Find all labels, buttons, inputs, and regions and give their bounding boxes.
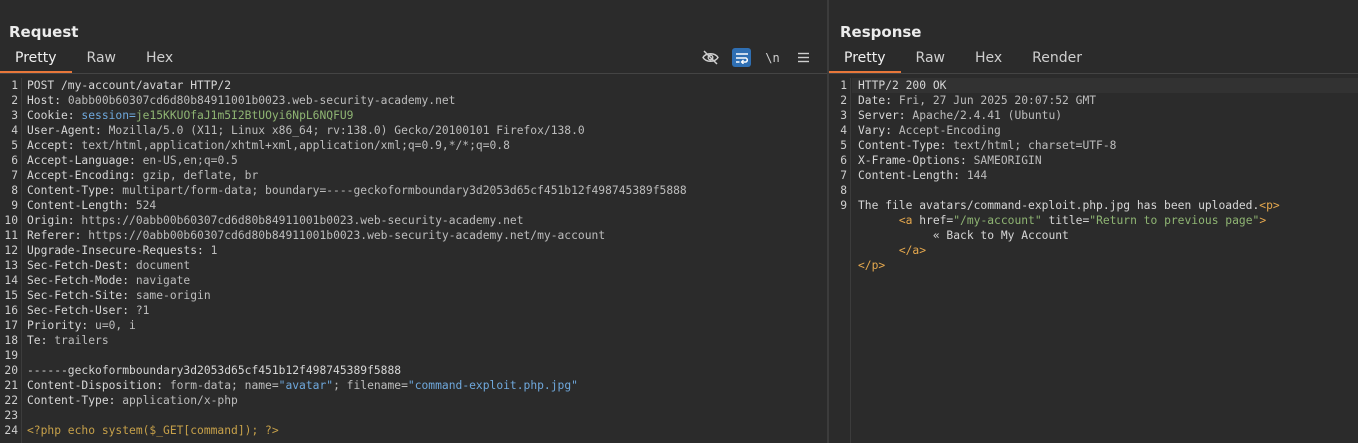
request-panel: Request Pretty Raw Hex \n 1 POST /my-acc…: [0, 0, 827, 443]
response-tab-underline: [829, 73, 1358, 74]
wrap-icon: [735, 52, 748, 64]
request-menu-button[interactable]: [794, 48, 813, 67]
response-tab-raw[interactable]: Raw: [901, 46, 960, 73]
request-tab-pretty[interactable]: Pretty: [0, 46, 72, 73]
request-tab-hex[interactable]: Hex: [131, 46, 188, 73]
response-tab-hex[interactable]: Hex: [960, 46, 1017, 73]
response-tab-render[interactable]: Render: [1017, 46, 1097, 73]
response-tab-pretty[interactable]: Pretty: [829, 46, 901, 73]
hamburger-menu-icon: [798, 52, 809, 63]
word-wrap-button[interactable]: [732, 48, 751, 67]
hide-nonprintable-button[interactable]: [701, 48, 720, 67]
request-tabs: Pretty Raw Hex: [0, 46, 188, 73]
newline-label: \n: [765, 50, 780, 65]
response-title: Response: [840, 23, 922, 41]
eye-slash-icon: [702, 50, 719, 65]
response-editor[interactable]: 1 HTTP/2 200 OK 2 Date: Fri, 27 Jun 2025 2…: [829, 78, 1358, 443]
show-newlines-button[interactable]: \n: [763, 48, 782, 67]
response-tabs: Pretty Raw Hex Render: [829, 46, 1097, 73]
request-title: Request: [9, 23, 79, 41]
request-toolbar: \n: [701, 48, 813, 67]
request-editor[interactable]: 1 POST /my-account/avatar HTTP/2 2 Host: 0…: [0, 78, 827, 443]
response-panel: Response Pretty Raw Hex Render 1 HTTP/2 2…: [829, 0, 1358, 443]
request-tab-raw[interactable]: Raw: [72, 46, 131, 73]
request-tab-underline: [0, 73, 827, 74]
